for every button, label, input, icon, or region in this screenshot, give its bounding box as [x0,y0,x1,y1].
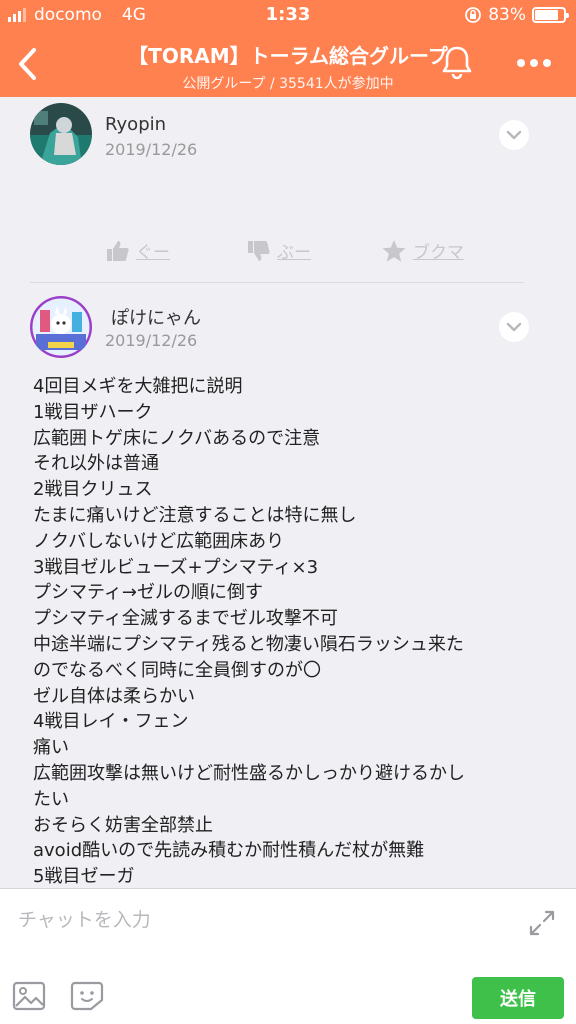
post-line: 4回目メギを大雑把に説明 [33,376,243,397]
post-line: 1戦目ザハーク [33,401,153,423]
image-icon[interactable] [12,981,46,1011]
post-line: たい [33,788,69,810]
post-body: 4回目メギを大雑把に説明 1戦目ザハーク 広範囲トゲ床にノクバあるので注意 それ… [33,374,538,890]
post-line: avoid酷いので先読み積むか耐性積んだ杖が無難 [33,840,425,862]
chat-input[interactable] [18,905,508,935]
post-line: おそらく妨害全部禁止 [33,814,213,836]
post-line: たまに痛いけど注意することは特に無し [33,504,357,526]
post-line: 中途半端にプシマティ残ると物凄い隕石ラッシュ来た [33,633,464,655]
post-line: それ以外は普通 [33,453,159,475]
post-date: 2019/12/26 [105,331,198,350]
post-line: 2戦目クリュス [33,479,153,501]
post-menu-button[interactable] [499,312,529,342]
post-line: 4戦目レイ・フェン [33,711,189,733]
post-line: のでなるべく同時に全員倒すのが〇 [33,659,321,681]
post-line: プシマティ→ゼルの順に倒す [33,582,264,604]
post-line: 広範囲トゲ床にノクバあるので注意 [33,427,321,449]
post-author[interactable]: ぽけにゃん [111,304,201,330]
chat-footer: 送信 [0,888,576,1024]
avatar[interactable] [30,296,92,358]
post-line: 痛い [33,737,69,759]
post-line: ノクバしないけど広範囲床あり [33,530,285,552]
post-line: ゼル自体は柔らかい [33,685,195,707]
post-line: プシマティ全滅するまでゼル攻撃不可 [33,608,338,630]
post-item: ぽけにゃん 2019/12/26 4回目メギを大雑把に説明 1戦目ザハーク 広範… [0,0,576,888]
sticker-icon[interactable] [70,981,104,1011]
post-line: 3戦目ゼルビューズ+プシマティ×3 [33,556,319,578]
send-button[interactable]: 送信 [472,977,564,1019]
expand-icon[interactable] [528,909,556,937]
post-line: 広範囲攻撃は無いけど耐性盛るかしっかり避けるかし [33,762,465,784]
chevron-down-icon [506,322,522,332]
post-line: 5戦目ゼーガ [33,866,135,888]
